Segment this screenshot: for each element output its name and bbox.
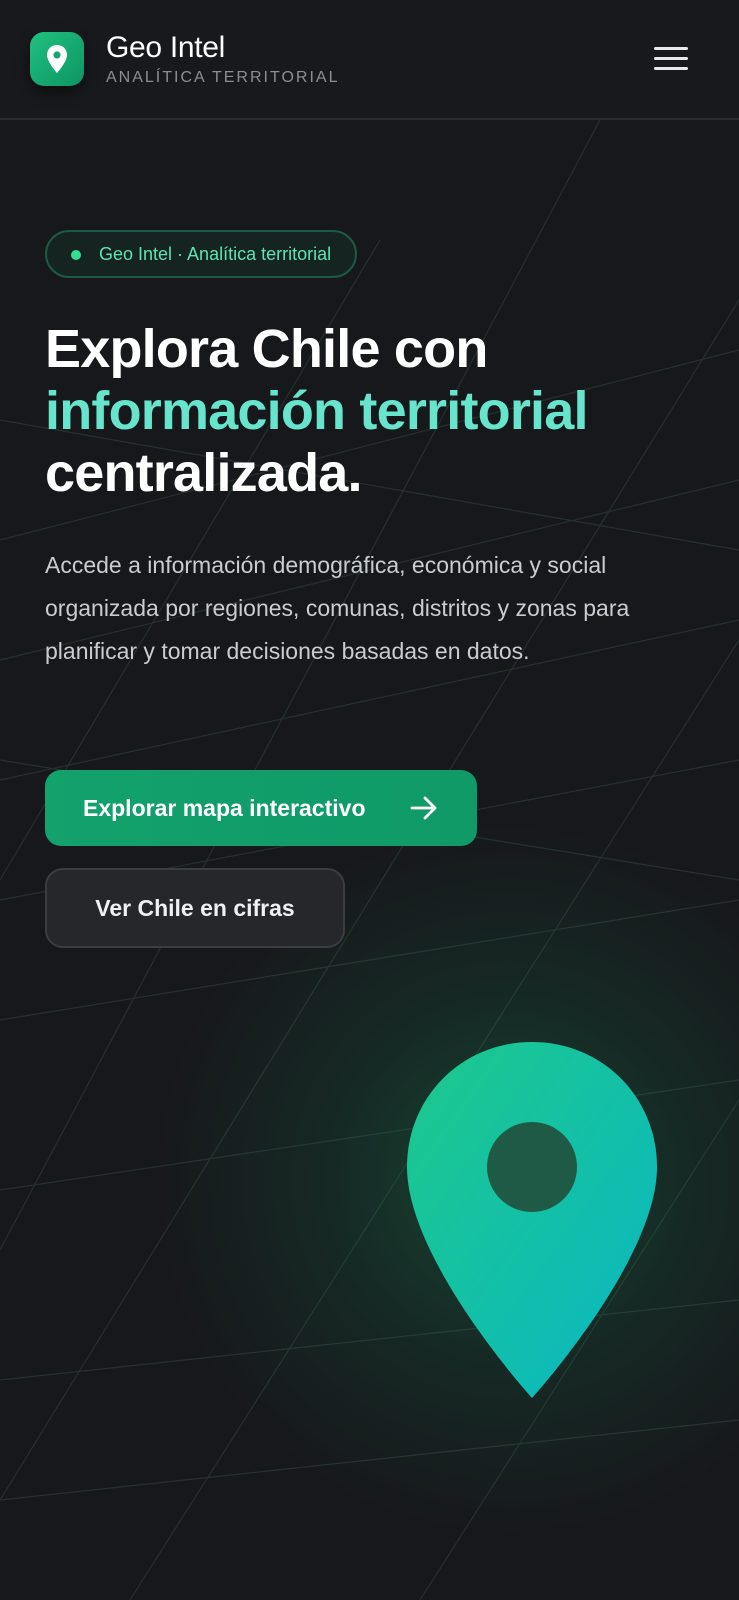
landing-page: Geo Intel ANALÍTICA TERRITORIAL Geo Inte… (0, 0, 739, 1600)
logo[interactable] (30, 32, 84, 86)
hamburger-menu-icon[interactable] (650, 40, 692, 78)
hero-badge-label: Geo Intel · Analítica territorial (99, 243, 332, 264)
map-pin-icon (47, 45, 67, 73)
status-dot-icon (71, 250, 81, 260)
chile-stats-button[interactable]: Ver Chile en cifras (45, 868, 345, 948)
hero-title: Explora Chile con información territoria… (45, 318, 705, 504)
hero-description: Accede a información demográfica, económ… (45, 552, 630, 664)
location-pin-icon (407, 1042, 657, 1398)
hero-badge: Geo Intel · Analítica territorial (45, 230, 358, 278)
arrow-right-icon (410, 796, 437, 820)
explore-map-button-label: Explorar mapa interactivo (83, 794, 366, 821)
hero-title-line1: Explora Chile con (45, 319, 488, 379)
explore-map-button[interactable]: Explorar mapa interactivo (45, 770, 477, 846)
hero-title-accent: información territorial (45, 381, 589, 441)
brand-subtitle: ANALÍTICA TERRITORIAL (106, 69, 340, 86)
hero-title-line3: centralizada. (45, 443, 363, 503)
chile-stats-button-label: Ver Chile en cifras (95, 894, 295, 921)
brand-name: Geo Intel (106, 31, 226, 64)
top-header: Geo Intel ANALÍTICA TERRITORIAL (0, 0, 739, 120)
